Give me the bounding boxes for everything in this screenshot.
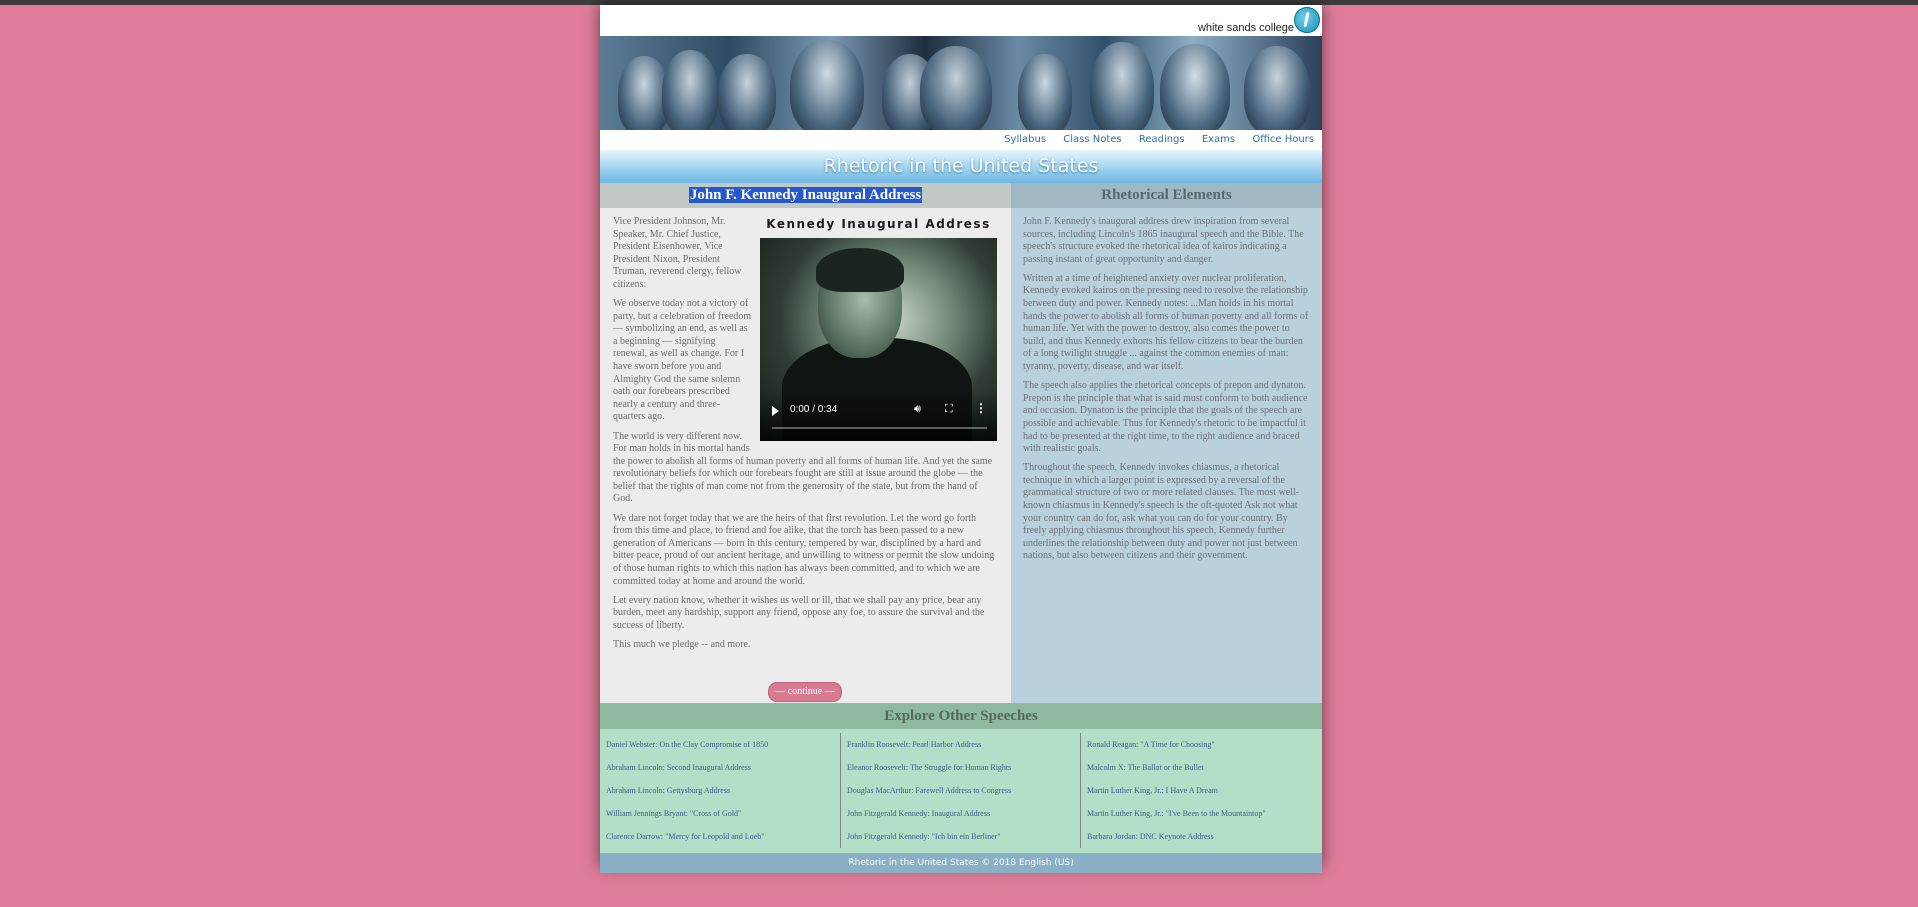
continue-button[interactable]: — continue — — [768, 682, 842, 702]
speech-link[interactable]: Franklin Roosevelt: Pearl Harbor Address — [847, 733, 1080, 756]
elements-paragraph: John F. Kennedy's inaugural address drew… — [1023, 216, 1304, 265]
kennedy-portrait-video-frame[interactable]: 0:00 / 0:34 🔊︎ ⛶ ⋮ — [760, 238, 997, 441]
explore-links: Daniel Webster: On the Clay Compromise o… — [600, 729, 1322, 848]
speech-link[interactable]: Douglas MacArthur: Farewell Address to C… — [847, 779, 1080, 802]
banner-portrait — [1018, 54, 1072, 130]
speech-link[interactable]: Abraham Lincoln: Second Inaugural Addres… — [606, 756, 840, 779]
explore-heading: Explore Other Speeches — [600, 703, 1322, 729]
nav-class-notes[interactable]: Class Notes — [1063, 134, 1121, 145]
brand-row: white sands college — [600, 5, 1322, 36]
speech-heading-bar: John F. Kennedy Inaugural Address — [600, 183, 1011, 208]
nav-office-hours[interactable]: Office Hours — [1252, 134, 1314, 145]
page-footer: Rhetoric in the United States © 2018 Eng… — [600, 853, 1322, 873]
nav-exams[interactable]: Exams — [1202, 134, 1235, 145]
explore-column: Franklin Roosevelt: Pearl Harbor Address… — [840, 733, 1080, 848]
explore-column: Daniel Webster: On the Clay Compromise o… — [600, 733, 840, 848]
banner-portrait — [718, 54, 776, 130]
elements-paragraph: Written at a time of heightened anxiety … — [1023, 272, 1309, 373]
speech-link[interactable]: Daniel Webster: On the Clay Compromise o… — [606, 733, 840, 756]
video-time: 0:00 / 0:34 — [790, 404, 838, 415]
portrait-hair — [816, 248, 904, 292]
banner-portrait — [920, 46, 992, 130]
explore-section: Explore Other Speeches Daniel Webster: O… — [600, 703, 1322, 853]
college-logo-icon[interactable] — [1294, 7, 1320, 33]
speech-link[interactable]: Martin Luther King, Jr.: I Have A Dream — [1087, 779, 1320, 802]
volume-icon[interactable]: 🔊︎ — [914, 403, 921, 416]
explore-column: Ronald Reagan: "A Time for Choosing" Mal… — [1080, 733, 1320, 848]
banner-portrait — [662, 50, 718, 130]
speech-link[interactable]: Eleanor Roosevelt: The Struggle for Huma… — [847, 756, 1080, 779]
banner-portrait — [1160, 44, 1230, 130]
speech-link[interactable]: John Fitzgerald Kennedy: Inaugural Addre… — [847, 802, 1080, 825]
speech-paragraph: This much we pledge -- and more. — [613, 638, 751, 650]
elements-paragraph: The speech also applies the rhetorical c… — [1023, 380, 1308, 455]
main-nav: Syllabus Class Notes Readings Exams Offi… — [600, 130, 1322, 150]
nav-syllabus[interactable]: Syllabus — [1004, 134, 1046, 145]
banner-portrait — [1090, 42, 1154, 130]
speech-text: Kennedy Inaugural Address 0:00 / 0:34 🔊︎… — [600, 208, 1011, 652]
speech-link[interactable]: William Jennings Bryant: "Cross of Gold" — [606, 802, 840, 825]
rhetorical-elements-column: Rhetorical Elements John F. Kennedy's in… — [1011, 183, 1322, 703]
college-name: white sands college — [1197, 22, 1294, 34]
speech-heading[interactable]: John F. Kennedy Inaugural Address — [688, 187, 923, 203]
speech-link[interactable]: Barbara Jordan: DNC Keynote Address — [1087, 825, 1320, 848]
speech-link[interactable]: Clarence Darrow: "Mercy for Leopold and … — [606, 825, 840, 848]
rhetorical-elements-text: John F. Kennedy's inaugural address drew… — [1011, 208, 1322, 563]
elements-paragraph: Throughout the speech, Kennedy invokes c… — [1023, 462, 1300, 562]
speech-link[interactable]: Malcolm X: The Ballot or the Bullet — [1087, 756, 1320, 779]
main-content: John F. Kennedy Inaugural Address Kenned… — [600, 183, 1322, 703]
speech-paragraph: We dare not forget today that we are the… — [613, 512, 995, 587]
speech-link[interactable]: Martin Luther King, Jr.: "I've Been to t… — [1087, 802, 1320, 825]
header-banner-image — [600, 36, 1322, 130]
rhetorical-elements-heading: Rhetorical Elements — [1011, 183, 1322, 208]
more-options-icon[interactable]: ⋮ — [975, 402, 987, 415]
video-player: Kennedy Inaugural Address 0:00 / 0:34 🔊︎… — [760, 216, 997, 441]
speech-paragraph: The world is very different now. For man… — [613, 430, 993, 505]
video-title: Kennedy Inaugural Address — [766, 217, 991, 231]
speech-link[interactable]: Abraham Lincoln: Gettysburg Address — [606, 779, 840, 802]
speech-column: John F. Kennedy Inaugural Address Kenned… — [600, 183, 1011, 703]
banner-portrait — [1244, 46, 1310, 130]
fullscreen-icon[interactable]: ⛶ — [945, 403, 953, 416]
speech-link[interactable]: John Fitzgerald Kennedy: "Ich bin ein Be… — [847, 825, 1080, 848]
speech-link[interactable]: Ronald Reagan: "A Time for Choosing" — [1087, 733, 1320, 756]
video-controls: 0:00 / 0:34 🔊︎ ⛶ ⋮ — [760, 391, 997, 441]
page-title: Rhetoric in the United States — [600, 150, 1322, 183]
banner-portrait — [790, 40, 864, 130]
play-icon[interactable] — [772, 406, 779, 416]
video-progress-bar[interactable] — [772, 427, 987, 429]
nav-readings[interactable]: Readings — [1139, 134, 1185, 145]
page-container: white sands college Syllabus Class Notes… — [600, 5, 1322, 873]
speech-paragraph: Let every nation know, whether it wishes… — [613, 594, 985, 631]
